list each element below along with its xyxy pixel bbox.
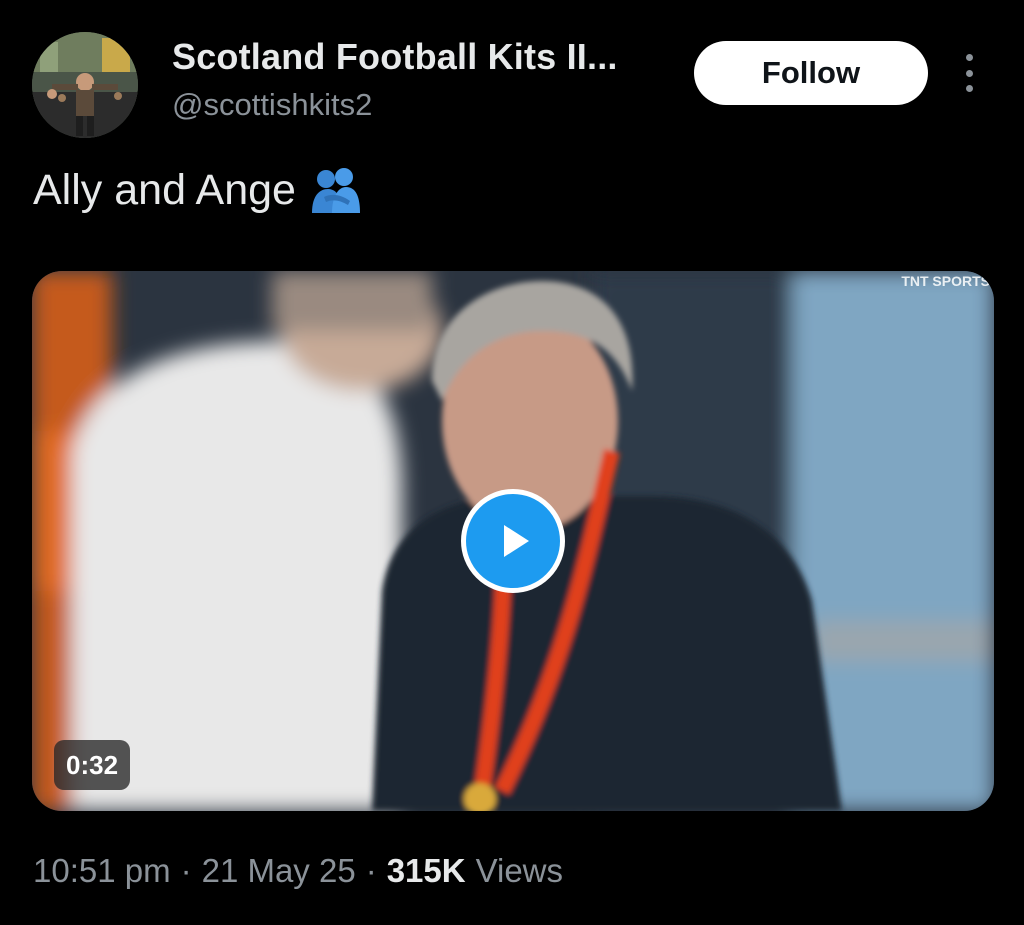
tweet-text-content: Ally and Ange [33, 166, 296, 214]
tweet-text: Ally and Ange [33, 166, 362, 215]
follow-button[interactable]: Follow [694, 41, 928, 105]
more-dot [965, 85, 973, 92]
views-count[interactable]: 315K [387, 852, 466, 890]
video-player[interactable]: TNT SPORTS 0:32 [32, 271, 994, 811]
play-button[interactable] [461, 489, 565, 593]
tweet-date[interactable]: 21 May 25 [202, 852, 356, 890]
meta-separator: · [180, 852, 192, 889]
avatar[interactable] [32, 32, 138, 138]
more-vertical-icon[interactable] [955, 54, 983, 92]
tweet-time[interactable]: 10:51 pm [33, 852, 171, 890]
play-icon [504, 525, 529, 557]
more-dot [965, 54, 973, 61]
video-duration-badge: 0:32 [54, 740, 131, 790]
author-handle[interactable]: @scottishkits2 [172, 87, 372, 123]
more-dot [965, 69, 973, 77]
tweet: Scotland Football Kits II... @scottishki… [0, 0, 1024, 925]
meta-separator: · [365, 852, 377, 889]
people-hugging-emoji-icon [311, 167, 360, 213]
author-display-name[interactable]: Scotland Football Kits II... [172, 36, 618, 78]
tweet-meta: 10:51 pm · 21 May 25 · 315K Views [33, 852, 563, 890]
views-label: Views [475, 852, 564, 889]
avatar-photo [32, 32, 138, 138]
broadcaster-logo: TNT SPORTS [901, 273, 990, 289]
